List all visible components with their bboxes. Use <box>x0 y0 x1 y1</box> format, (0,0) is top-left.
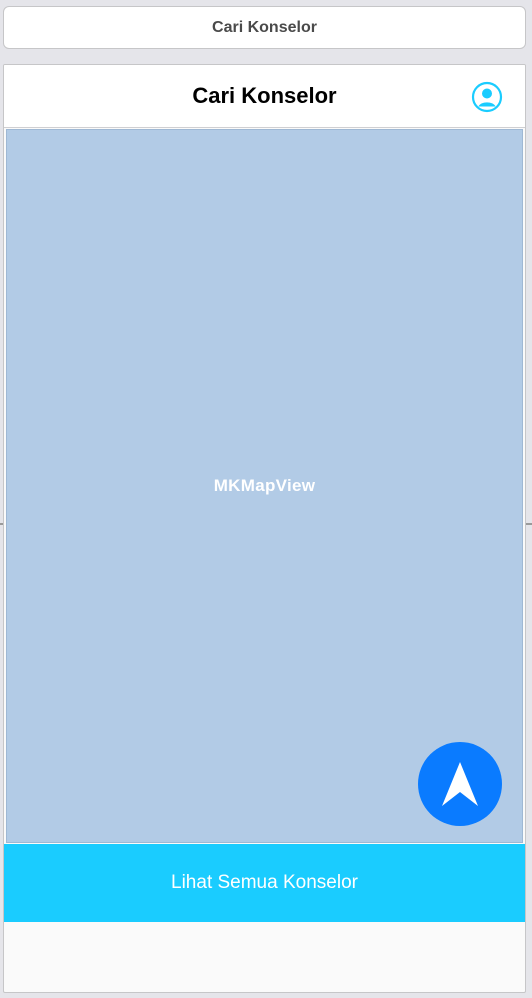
view-all-counselors-button[interactable]: Lihat Semua Konselor <box>4 844 525 922</box>
scene-title: Cari Konselor <box>212 18 317 36</box>
profile-button[interactable] <box>471 81 503 113</box>
current-location-button[interactable] <box>418 742 502 826</box>
person-circle-icon <box>471 81 503 113</box>
view-all-counselors-label: Lihat Semua Konselor <box>171 872 358 893</box>
map-placeholder-label: MKMapView <box>213 476 316 495</box>
scene-title-bar: Cari Konselor <box>3 6 526 49</box>
nav-title: Cari Konselor <box>192 83 337 108</box>
device-screen: Cari Konselor MKMapView Lihat Semua Kons… <box>3 64 526 993</box>
map-view[interactable]: MKMapView <box>6 129 523 843</box>
navigation-bar: Cari Konselor <box>4 65 525 128</box>
navigation-arrow-icon <box>442 762 478 806</box>
